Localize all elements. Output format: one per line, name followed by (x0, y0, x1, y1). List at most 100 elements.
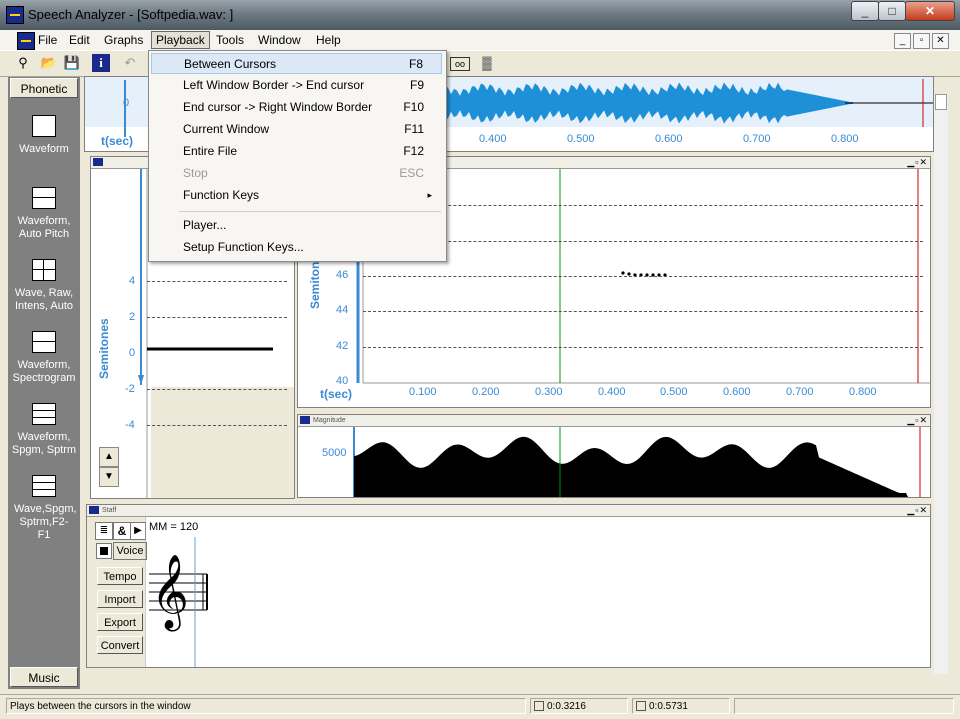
pitch-x-tick: 0.200 (472, 386, 500, 398)
menu-item-setup-function-keys[interactable]: Setup Function Keys... (151, 237, 442, 258)
maximize-button[interactable]: □ (878, 1, 906, 21)
layout-three-row-icon (32, 475, 56, 497)
pitch-y-tick: 46 (336, 269, 349, 281)
pitch-x-tick: 0.400 (598, 386, 626, 398)
layout-waveform[interactable]: Waveform (8, 115, 80, 156)
voice-button[interactable]: Voice (113, 542, 147, 560)
staff-repeat-icon[interactable]: & (113, 522, 131, 540)
info-icon[interactable]: i (92, 54, 110, 72)
layout-two-row-icon (32, 187, 56, 209)
waveform-tick: 0.800 (831, 133, 859, 145)
menu-edit[interactable]: Edit (65, 32, 94, 48)
import-button[interactable]: Import (97, 590, 143, 608)
tab-phonetic[interactable]: Phonetic (10, 78, 78, 98)
status-position-2: 0:0.5731 (632, 698, 730, 714)
mdi-restore-button[interactable]: ▫ (913, 33, 930, 49)
tape-icon[interactable]: oo (450, 57, 470, 71)
waveform-y-tick: 0 (123, 97, 130, 109)
tempo-button[interactable]: Tempo (97, 567, 143, 585)
layout-waveform-autopitch[interactable]: Waveform, Auto Pitch (8, 187, 80, 241)
scrollbar-thumb[interactable] (935, 94, 947, 110)
gridline (363, 205, 923, 206)
gridline (147, 389, 287, 390)
layout-two-row-icon (32, 331, 56, 353)
tonal-y-label: Semitones (97, 318, 111, 379)
layout-single-icon (32, 115, 56, 137)
staff-keyboard-icon[interactable]: ≣ (95, 522, 113, 540)
toolbar: ⚲ 📂 💾 i ↶ oo ▓ (0, 50, 960, 77)
export-button[interactable]: Export (97, 613, 143, 631)
mdi-close-button[interactable]: ✕ (932, 33, 949, 49)
menu-window[interactable]: Window (254, 32, 305, 48)
waveform-tick: 0.500 (567, 133, 595, 145)
waveform-x-label: t(sec) (101, 134, 134, 148)
pitch-x-tick: 0.100 (409, 386, 437, 398)
menu-graphs[interactable]: Graphs (100, 32, 147, 48)
menu-tools[interactable]: Tools (212, 32, 248, 48)
waveform-tick: 0.700 (743, 133, 771, 145)
document-icon (17, 32, 35, 50)
layout-three-row-icon (32, 403, 56, 425)
staff-play-icon[interactable]: ▶ (130, 522, 146, 540)
vertical-scrollbar[interactable] (934, 94, 948, 674)
minimize-button[interactable]: _ (851, 1, 879, 21)
gridline (363, 347, 923, 348)
magnitude-pane[interactable]: Magnitude ▁▫✕ 5000 (297, 414, 931, 498)
open-folder-icon[interactable]: 📂 (40, 54, 58, 72)
close-button[interactable]: ✕ (905, 1, 955, 21)
magnitude-tick: 5000 (322, 447, 347, 459)
tonal-tick: 0 (129, 347, 136, 359)
pitch-x-tick: 0.800 (849, 386, 877, 398)
window-title: Speech Analyzer - [Softpedia.wav: ] (28, 7, 234, 22)
status-field-empty (734, 698, 954, 714)
menu-playback[interactable]: Playback (151, 31, 210, 49)
menu-item-end-cursor-right-border[interactable]: End cursor -> Right Window Border F10 (151, 97, 442, 118)
pitch-x-label: t(sec) (320, 387, 353, 401)
pitch-x-tick: 0.700 (786, 386, 814, 398)
staff-stop-icon[interactable] (96, 543, 112, 559)
menu-file[interactable]: File (34, 32, 61, 48)
title-bar: Speech Analyzer - [Softpedia.wav: ] _ □ … (0, 0, 960, 30)
menu-item-between-cursors[interactable]: Between Cursors F8 (151, 53, 442, 74)
tab-music[interactable]: Music (10, 667, 78, 687)
waveform-tool-icon[interactable]: ▓ (478, 54, 496, 72)
svg-text:𝄞: 𝄞 (151, 555, 189, 632)
scroll-up-button[interactable]: ▲ (99, 447, 119, 467)
menu-item-stop: Stop ESC (183, 166, 424, 180)
save-icon[interactable]: 💾 (63, 54, 81, 72)
pitch-x-tick: 0.500 (660, 386, 688, 398)
tonal-tick: -2 (125, 383, 135, 395)
menu-item-function-keys[interactable]: Function Keys ▸ (151, 185, 442, 206)
mdi-minimize-button[interactable]: _ (894, 33, 911, 49)
tonal-tick: -4 (125, 419, 135, 431)
menu-separator (179, 211, 441, 212)
scroll-down-button[interactable]: ▼ (99, 467, 119, 487)
menu-item-entire-file[interactable]: Entire File F12 (151, 141, 442, 162)
menu-help[interactable]: Help (312, 32, 345, 48)
magnitude-plot (353, 427, 921, 497)
menu-bar: File Edit Graphs Playback Tools Window H… (0, 30, 960, 50)
undo-icon[interactable]: ↶ (121, 54, 139, 72)
pitch-y-tick: 42 (336, 340, 349, 352)
menu-item-player[interactable]: Player... (151, 215, 442, 236)
waveform-tick: 0.400 (479, 133, 507, 145)
staff-pane[interactable]: Staff ▁▫✕ ≣ & ▶ Voice Tempo Import Export… (86, 504, 931, 668)
tonal-tick: 2 (129, 311, 136, 323)
layout-waveform-spgm-sptrm[interactable]: Waveform, Spgm, Sptrm (8, 403, 80, 457)
gridline (363, 241, 923, 242)
pitch-y-tick: 44 (336, 304, 349, 316)
pitch-x-tick: 0.300 (535, 386, 563, 398)
layout-wave-spgm-sptrm-f2f1[interactable]: Wave,Spgm, Sptrm,F2-F1 (8, 475, 80, 542)
layout-waveform-spectrogram[interactable]: Waveform, Spectrogram (8, 331, 80, 385)
convert-button[interactable]: Convert (97, 636, 143, 654)
staff-pane-titlebar: Staff ▁▫✕ (87, 505, 930, 517)
layout-panel: Phonetic Waveform Waveform, Auto Pitch W… (8, 77, 80, 689)
layout-quad-icon (32, 259, 56, 281)
gridline (147, 281, 287, 282)
playback-menu: Between Cursors F8 Left Window Border -> … (148, 50, 447, 262)
menu-item-left-border-end-cursor[interactable]: Left Window Border -> End cursor F9 (151, 75, 442, 96)
layout-wave-raw-intens-auto[interactable]: Wave, Raw, Intens, Auto (8, 259, 80, 313)
record-icon[interactable]: ⚲ (14, 54, 32, 72)
menu-item-current-window[interactable]: Current Window F11 (151, 119, 442, 140)
pitch-y-tick: 40 (336, 375, 349, 387)
